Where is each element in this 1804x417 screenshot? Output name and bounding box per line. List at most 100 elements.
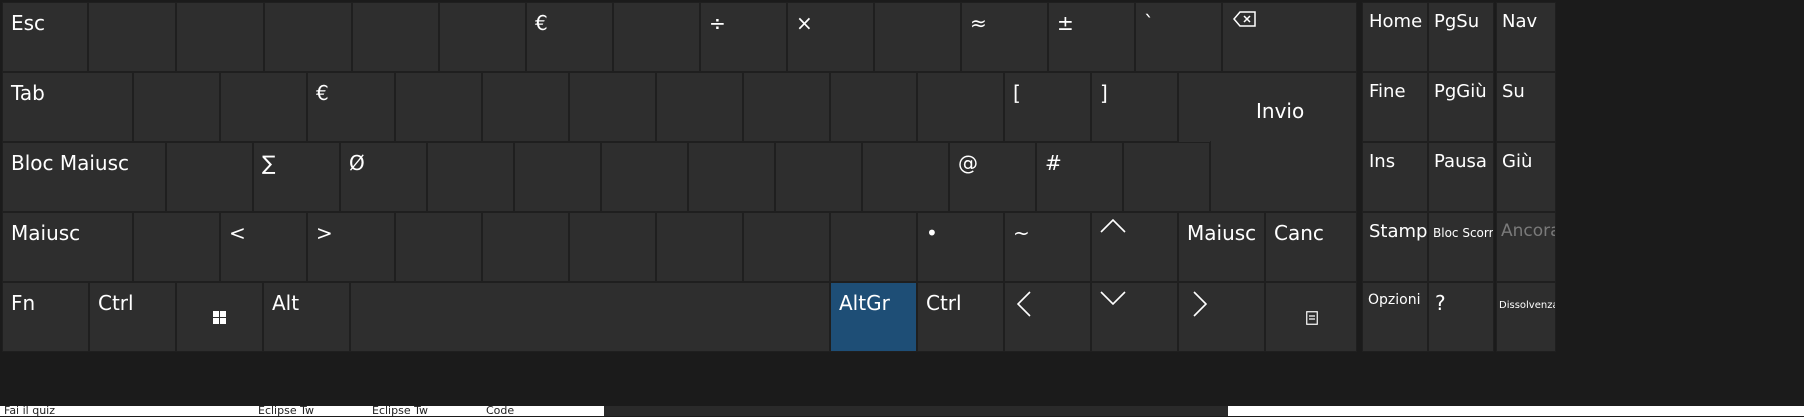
key-menu[interactable] — [1265, 282, 1357, 352]
key-scrolllock[interactable]: Bloc Scorr — [1428, 212, 1494, 282]
key-print[interactable]: Stamp — [1362, 212, 1428, 282]
key-sigma[interactable]: ∑ — [253, 142, 340, 212]
key-del[interactable]: Canc — [1265, 212, 1357, 282]
key-space[interactable] — [350, 282, 830, 352]
key-pgdn[interactable]: PgGiù — [1428, 72, 1494, 142]
key-rbracket[interactable]: ] — [1091, 72, 1178, 142]
key-up-label: Su — [1502, 81, 1525, 102]
key-divide[interactable]: ÷ — [700, 2, 787, 72]
key-arrow-left[interactable] — [1004, 282, 1091, 352]
key-r[interactable] — [395, 72, 482, 142]
key-t[interactable] — [482, 72, 569, 142]
key-2[interactable] — [176, 2, 264, 72]
key-alt-label: Alt — [272, 291, 300, 315]
key-home[interactable]: Home — [1362, 2, 1428, 72]
key-tab[interactable]: Tab — [2, 72, 133, 142]
key-p[interactable] — [917, 72, 1004, 142]
key-euro[interactable]: € — [307, 72, 395, 142]
arrow-down-icon — [1100, 291, 1126, 305]
key-arrow-right[interactable] — [1178, 282, 1265, 352]
key-pgup[interactable]: PgSu — [1428, 2, 1494, 72]
key-period[interactable] — [830, 212, 917, 282]
key-ctrl-right-label: Ctrl — [926, 291, 962, 315]
key-i[interactable] — [743, 72, 830, 142]
key-arrow-up[interactable] — [1091, 212, 1178, 282]
key-lbracket[interactable]: [ — [1004, 72, 1091, 142]
key-bullet-label: • — [926, 221, 938, 245]
key-end-label: Fine — [1369, 81, 1406, 102]
key-ins[interactable]: Ins — [1362, 142, 1428, 212]
key-shift-right[interactable]: Maiusc — [1178, 212, 1265, 282]
key-4[interactable] — [352, 2, 439, 72]
key-euro-label: € — [316, 81, 329, 105]
key-extra[interactable] — [133, 212, 220, 282]
key-capslock[interactable]: Bloc Maiusc — [2, 142, 166, 212]
key-7[interactable] — [613, 2, 700, 72]
key-lt[interactable]: < — [220, 212, 307, 282]
key-backspace[interactable] — [1222, 2, 1357, 72]
key-options[interactable]: Opzioni — [1362, 282, 1428, 352]
key-windows[interactable] — [176, 282, 263, 352]
key-ctrl-left[interactable]: Ctrl — [89, 282, 176, 352]
key-1[interactable] — [88, 2, 176, 72]
key-shift-left[interactable]: Maiusc — [2, 212, 133, 282]
key-v[interactable] — [395, 212, 482, 282]
key-3[interactable] — [264, 2, 352, 72]
key-end[interactable]: Fine — [1362, 72, 1428, 142]
key-altgr[interactable]: AltGr — [830, 282, 917, 352]
key-multiply-label: × — [796, 11, 813, 35]
key-arrow-down[interactable] — [1091, 282, 1178, 352]
key-up[interactable]: Su — [1496, 72, 1556, 142]
key-enter-top[interactable]: Invio — [1178, 72, 1357, 142]
key-euro-top-label: € — [535, 11, 548, 35]
key-bullet[interactable]: • — [917, 212, 1004, 282]
key-esc[interactable]: Esc — [2, 2, 88, 72]
key-tilde[interactable]: ~ — [1004, 212, 1091, 282]
key-multiply[interactable]: × — [787, 2, 874, 72]
key-m[interactable] — [656, 212, 743, 282]
key-l[interactable] — [862, 142, 949, 212]
bg-taskbar-fragment — [604, 406, 1228, 416]
on-screen-keyboard: Esc € ÷ × ≈ ± ` Tab € [ ] Invio Bloc Mai… — [0, 0, 1804, 406]
key-ins-label: Ins — [1369, 151, 1396, 172]
key-y[interactable] — [569, 72, 656, 142]
key-h[interactable] — [601, 142, 688, 212]
key-q[interactable] — [133, 72, 220, 142]
key-down[interactable]: Giù — [1496, 142, 1556, 212]
key-5[interactable] — [439, 2, 526, 72]
key-at-label: @ — [958, 151, 978, 175]
key-fn[interactable]: Fn — [2, 282, 89, 352]
key-k[interactable] — [775, 142, 862, 212]
key-comma[interactable] — [743, 212, 830, 282]
key-gt[interactable]: > — [307, 212, 395, 282]
key-pause[interactable]: Pausa — [1428, 142, 1494, 212]
key-nav[interactable]: Nav — [1496, 2, 1556, 72]
key-ctrl-right[interactable]: Ctrl — [917, 282, 1004, 352]
key-grave[interactable]: ` — [1135, 2, 1222, 72]
arrow-right-icon — [1193, 291, 1207, 317]
key-euro-top[interactable]: € — [526, 2, 613, 72]
key-j[interactable] — [688, 142, 775, 212]
key-plusminus[interactable]: ± — [1048, 2, 1135, 72]
key-at[interactable]: @ — [949, 142, 1036, 212]
key-oslash[interactable]: Ø — [340, 142, 427, 212]
key-enter-bottom[interactable] — [1210, 141, 1357, 212]
key-a[interactable] — [166, 142, 253, 212]
windows-icon — [213, 311, 226, 324]
key-lbracket-label: [ — [1013, 81, 1021, 105]
key-n[interactable] — [569, 212, 656, 282]
key-o[interactable] — [830, 72, 917, 142]
key-g[interactable] — [514, 142, 601, 212]
key-help[interactable]: ? — [1428, 282, 1494, 352]
key-w[interactable] — [220, 72, 307, 142]
bg-text-4: Code — [486, 404, 515, 417]
key-f[interactable] — [427, 142, 514, 212]
key-hash[interactable]: # — [1036, 142, 1123, 212]
key-fade[interactable]: Dissolvenza — [1496, 282, 1556, 352]
key-ugrave[interactable] — [1123, 142, 1210, 212]
key-u[interactable] — [656, 72, 743, 142]
key-approx[interactable]: ≈ — [961, 2, 1048, 72]
key-b[interactable] — [482, 212, 569, 282]
key-0[interactable] — [874, 2, 961, 72]
key-alt[interactable]: Alt — [263, 282, 350, 352]
